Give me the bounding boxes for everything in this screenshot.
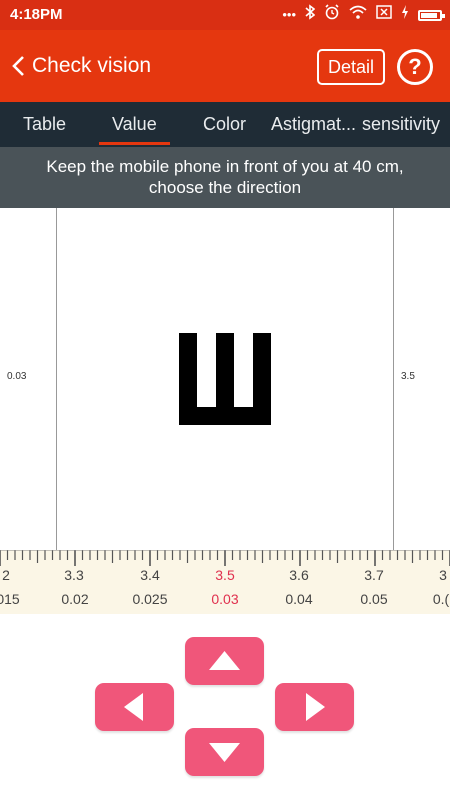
ruler-bottom-value: 0.02 [61,591,89,607]
acuity-ruler[interactable]: 2 3.3 3.4 3.5 3.6 3.7 3 015 0.02 0.025 0… [0,550,450,614]
help-button[interactable]: ? [397,49,433,85]
direction-up-button[interactable] [185,637,264,685]
acuity-decimal-label: 0.03 [7,371,27,382]
ruler-top-value: 3.6 [289,567,309,583]
tab-astigmatism[interactable]: Astigmat... [271,102,356,147]
ruler-bottom-value: 0.04 [285,591,313,607]
tab-sensitivity[interactable]: sensitivity [362,102,440,147]
status-bar: 4:18PM ••• [0,0,450,30]
arrow-up-icon [209,651,240,670]
wifi-icon [349,5,367,25]
arrow-left-icon [124,693,143,721]
tab-color[interactable]: Color [203,102,246,147]
charging-icon [401,5,409,25]
acuity-log-label: 3.5 [401,371,415,382]
left-guide-line [56,208,57,550]
arrow-down-icon [209,743,240,762]
alarm-icon [324,4,340,26]
ruler-bottom-value: 0.025 [132,591,168,607]
tab-value[interactable]: Value [99,102,170,147]
vision-test-area: 0.03 3.5 [0,208,450,550]
ruler-bottom-value: 015 [0,591,20,607]
ruler-top-value: 3.4 [140,567,160,583]
arrow-right-icon [306,693,325,721]
instruction-line-1: Keep the mobile phone in front of you at… [46,157,404,176]
ruler-top-value-selected: 3.5 [215,567,235,583]
battery-icon [418,9,445,21]
bluetooth-icon [305,4,316,26]
ruler-bottom-value: 0.05 [360,591,388,607]
detail-button[interactable]: Detail [317,49,385,85]
dots-icon: ••• [282,7,296,22]
instruction-line-2: choose the direction [148,178,302,197]
help-icon: ? [408,54,422,79]
ruler-top-value: 3 [439,567,447,583]
ruler-bottom-value: 0.( [432,591,450,607]
tab-bar: Table Value Color Astigmat... sensitivit… [0,102,450,147]
tumbling-e-icon [179,333,271,425]
app-toolbar: Check vision Detail ? [0,30,450,102]
direction-left-button[interactable] [95,683,174,731]
page-title: Check vision [32,54,152,77]
ruler-top-value: 3.7 [364,567,384,583]
right-guide-line [393,208,394,550]
no-sim-icon [376,5,392,25]
instruction-banner: Keep the mobile phone in front of you at… [0,147,450,208]
ruler-top-value: 3.3 [64,567,84,583]
tab-table[interactable]: Table [23,102,66,147]
chevron-left-icon [12,56,24,76]
status-icons: ••• [282,4,445,26]
status-time: 4:18PM [10,6,63,23]
ruler-top-value: 2 [2,567,10,583]
direction-down-button[interactable] [185,728,264,776]
direction-right-button[interactable] [275,683,354,731]
back-button[interactable]: Check vision [8,48,151,84]
ruler-bottom-value-selected: 0.03 [211,591,239,607]
